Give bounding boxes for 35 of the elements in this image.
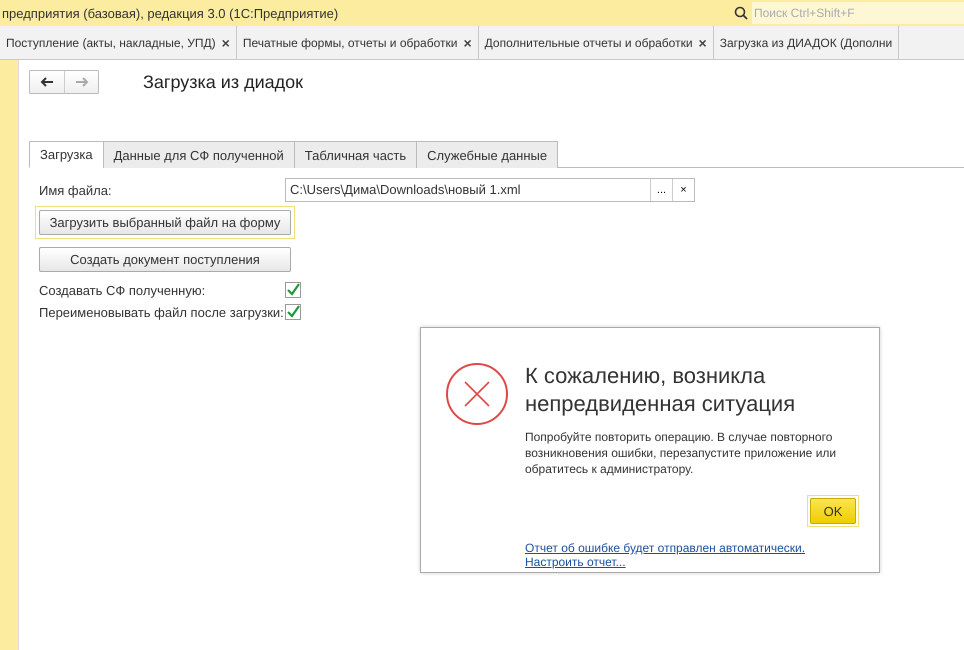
search-icon xyxy=(734,6,748,20)
left-arrow-icon xyxy=(40,77,54,87)
form-title: Загрузка из диадок xyxy=(143,72,304,92)
form-tab[interactable]: Данные для СФ полученной xyxy=(102,141,295,168)
checkbox[interactable] xyxy=(285,282,301,298)
close-icon[interactable]: × xyxy=(698,34,707,50)
report-link[interactable]: Настроить отчет... xyxy=(525,555,626,569)
file-field[interactable]: C:\Users\Дима\Downloads\новый 1.xml ... × xyxy=(285,178,695,202)
tab-label: Загрузка из ДИАДОК (Дополни xyxy=(720,36,892,50)
tab-label: Поступление (акты, накладные, УПД) xyxy=(6,36,216,50)
open-tab[interactable]: Дополнительные отчеты и обработки × xyxy=(478,26,714,59)
tab-label: Дополнительные отчеты и обработки xyxy=(484,36,693,50)
checkbox-label: Создавать СФ полученную: xyxy=(39,282,206,298)
error-title: К сожалению, возникла непредвиденная ситуация xyxy=(525,362,796,418)
search-field[interactable]: Поиск Ctrl+Shift+F xyxy=(752,2,964,24)
form-tab[interactable]: Табличная часть xyxy=(294,141,418,168)
open-tab[interactable]: Печатные формы, отчеты и обработки × xyxy=(236,26,479,59)
ok-button[interactable]: OK xyxy=(810,498,856,524)
right-arrow-icon xyxy=(74,77,88,87)
report-link[interactable]: Отчет об ошибке будет отправлен автоматически. xyxy=(525,541,806,555)
open-tab[interactable]: Загрузка из ДИАДОК (Дополни xyxy=(714,26,900,59)
checkbox-label: Переименовывать файл после загрузки: xyxy=(39,304,285,320)
error-message: Попробуйте повторить операцию. В случае повторного возникновения ошибки, перезапустите приложение или обратитесь к администратору. xyxy=(525,429,838,477)
close-icon[interactable]: × xyxy=(222,34,230,50)
open-tab[interactable]: Поступление (акты, накладные, УПД) × xyxy=(0,26,237,59)
form-tab[interactable]: Служебные данные xyxy=(416,141,558,168)
checkbox[interactable] xyxy=(285,304,301,320)
form-tab[interactable]: Загрузка xyxy=(29,141,104,168)
close-icon[interactable]: × xyxy=(463,34,472,50)
window-title: предприятия (базовая), редакция 3.0 (1С:Предприятие) xyxy=(1,6,338,20)
tab-label: Печатные формы, отчеты и обработки xyxy=(242,36,458,50)
action-button[interactable]: Загрузить выбранный файл на форму xyxy=(39,210,291,235)
field-label: Имя файла: xyxy=(39,182,113,198)
error-icon xyxy=(445,362,509,426)
action-button[interactable]: Создать документ поступления xyxy=(39,247,291,272)
